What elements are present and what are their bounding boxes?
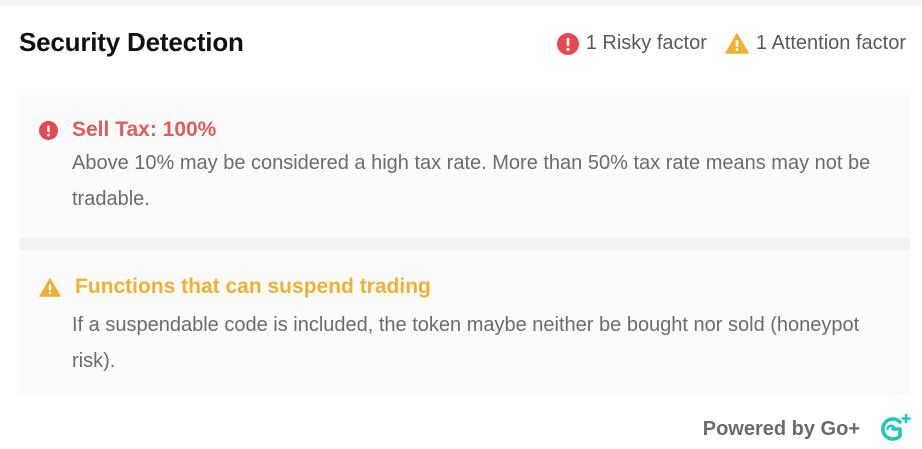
footer: Powered by Go+: [703, 414, 912, 444]
risk-summary: 1 Risky factor 1 Attention factor: [556, 32, 906, 55]
powered-by-link[interactable]: Powered by Go+: [703, 418, 860, 441]
risk-title: Sell Tax: 100%: [72, 118, 217, 141]
card-divider: [19, 238, 910, 250]
warning-triangle-icon: [39, 277, 61, 297]
page-title: Security Detection: [19, 27, 244, 57]
risk-item-header: Functions that can suspend trading: [39, 275, 431, 299]
attention-factor-count[interactable]: 1 Attention factor: [725, 32, 906, 55]
exclamation-circle-icon: [556, 32, 579, 55]
risk-title: Functions that can suspend trading: [75, 275, 431, 298]
risk-item-header: Sell Tax: 100%: [39, 118, 216, 142]
risk-description: Above 10% may be considered a high tax r…: [72, 152, 871, 210]
risk-description: If a suspendable code is included, the t…: [72, 314, 860, 372]
risk-item-sell-tax: Sell Tax: 100% Above 10% may be consider…: [19, 95, 910, 238]
risky-factor-label: 1 Risky factor: [585, 32, 707, 54]
security-header: Security Detection 1 Risky factor 1 Atte…: [0, 6, 922, 86]
risky-factor-count[interactable]: 1 Risky factor: [556, 32, 707, 55]
goplus-logo-icon[interactable]: [878, 414, 912, 444]
attention-factor-label: 1 Attention factor: [755, 32, 906, 54]
exclamation-circle-icon: [39, 120, 58, 140]
risk-item-suspend-trading: Functions that can suspend trading If a …: [19, 250, 910, 395]
warning-triangle-icon: [725, 33, 749, 54]
